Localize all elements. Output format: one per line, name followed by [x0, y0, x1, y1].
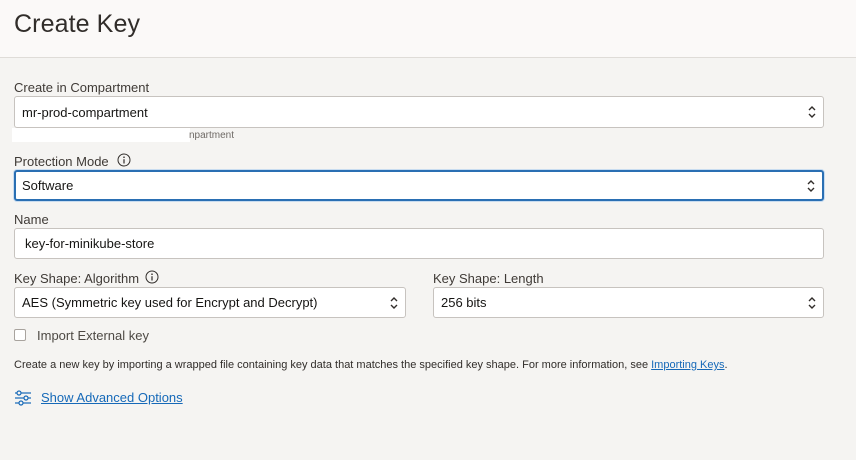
chevron-updown-icon: [808, 296, 816, 309]
import-description-suffix: .: [724, 359, 728, 371]
compartment-helper: npartment: [189, 130, 235, 141]
chevron-updown-icon: [808, 106, 816, 118]
redacted-area: [12, 128, 190, 142]
protection-mode-value: Software: [22, 178, 74, 193]
name-input[interactable]: key-for-minikube-store: [14, 228, 824, 259]
length-select[interactable]: 256 bits: [433, 287, 824, 318]
info-icon[interactable]: [117, 153, 131, 167]
algorithm-value: AES (Symmetric key used for Encrypt and …: [22, 295, 318, 310]
sliders-icon[interactable]: [14, 390, 32, 406]
page-header: Create Key: [0, 0, 856, 58]
name-label: Name: [14, 212, 49, 227]
page-title: Create Key: [14, 10, 141, 38]
chevron-updown-icon: [807, 179, 815, 192]
import-description-text: Create a new key by importing a wrapped …: [14, 359, 652, 371]
import-external-key-checkbox[interactable]: [14, 329, 26, 341]
length-value: 256 bits: [441, 295, 487, 310]
name-value: key-for-minikube-store: [25, 236, 155, 251]
algorithm-select[interactable]: AES (Symmetric key used for Encrypt and …: [14, 287, 406, 318]
compartment-select[interactable]: mr-prod-compartment: [14, 96, 824, 128]
importing-keys-link[interactable]: Importing Keys: [651, 359, 724, 371]
protection-mode-select[interactable]: Software: [14, 170, 824, 201]
info-icon[interactable]: [145, 270, 159, 284]
chevron-updown-icon: [390, 296, 398, 309]
compartment-label: Create in Compartment: [14, 80, 150, 95]
import-external-key-label: Import External key: [37, 328, 149, 343]
algorithm-label: Key Shape: Algorithm: [14, 271, 140, 286]
length-label: Key Shape: Length: [433, 271, 544, 286]
compartment-value: mr-prod-compartment: [22, 104, 148, 120]
import-description: Create a new key by importing a wrapped …: [14, 359, 728, 371]
show-advanced-options-link[interactable]: Show Advanced Options: [41, 390, 183, 405]
protection-mode-label: Protection Mode: [14, 154, 109, 169]
